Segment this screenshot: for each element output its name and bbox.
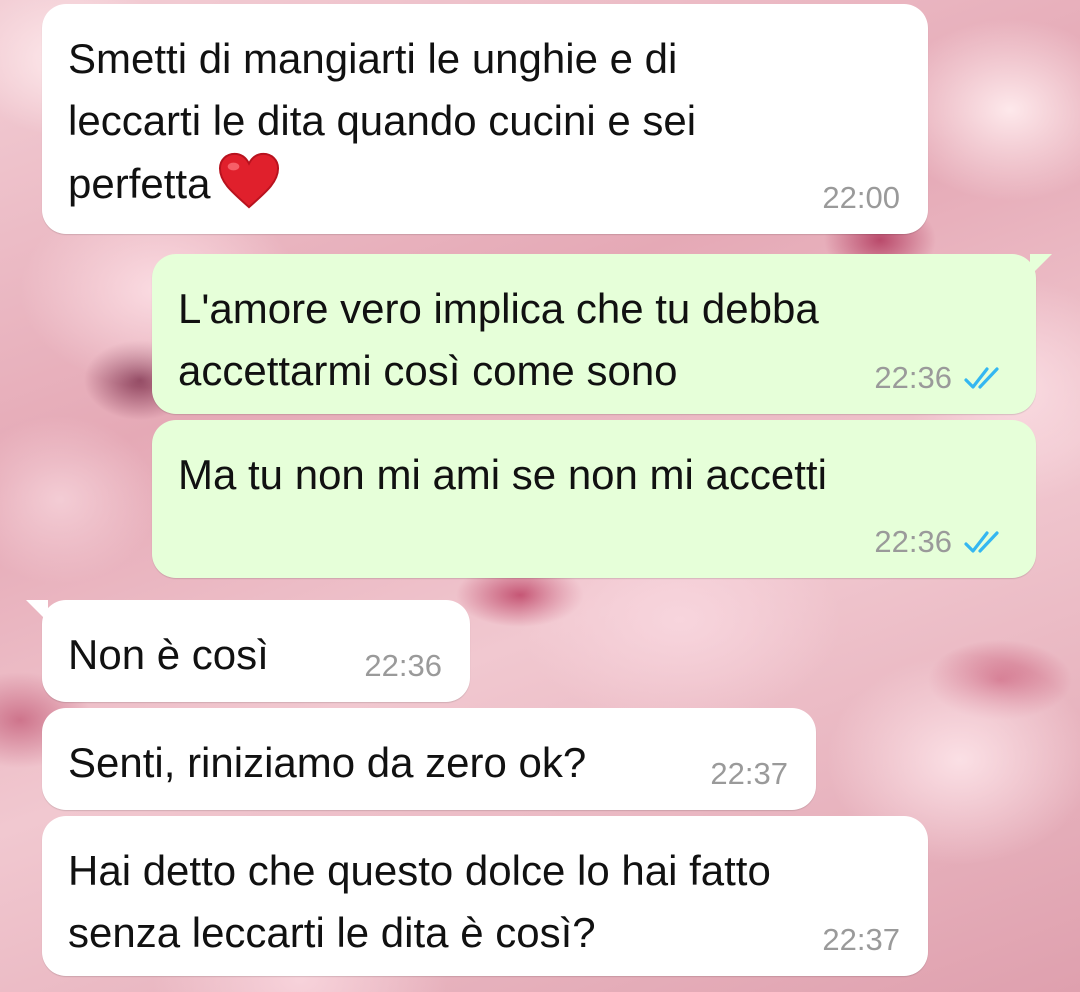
double-check-read-icon: [964, 531, 999, 553]
message-time: 22:36: [874, 524, 952, 559]
message-text: Senti, riniziamo da zero ok?: [68, 739, 587, 786]
bubble-tail: [1030, 254, 1052, 276]
double-check-read-icon: [964, 367, 999, 389]
message-bubble-outgoing[interactable]: Ma tu non mi ami se non mi accetti 22:36: [152, 420, 1036, 578]
message-meta: 22:37: [710, 756, 788, 792]
message-bubble-incoming[interactable]: Smetti di mangiarti le unghie e di lecca…: [42, 4, 928, 234]
message-bubble-incoming[interactable]: Senti, riniziamo da zero ok? 22:37: [42, 708, 816, 810]
message-time: 22:36: [874, 360, 952, 395]
message-time: 22:36: [364, 648, 442, 683]
message-meta: 22:36: [364, 648, 442, 684]
message-text: Hai detto che questo dolce lo hai fatto …: [68, 847, 771, 956]
message-text: Ma tu non mi ami se non mi accetti: [178, 451, 827, 498]
message-meta: 22:36: [874, 360, 1008, 396]
message-meta: 22:00: [822, 180, 900, 216]
message-time: 22:00: [822, 180, 900, 215]
message-bubble-incoming[interactable]: Non è così 22:36: [26, 600, 470, 702]
message-meta: 22:37: [822, 922, 900, 958]
red-heart-emoji: [219, 152, 280, 209]
message-bubble-outgoing[interactable]: L'amore vero implica che tu debba accett…: [152, 254, 1052, 414]
message-text: Smetti di mangiarti le unghie e di lecca…: [68, 28, 900, 215]
message-time: 22:37: [710, 756, 788, 791]
chat-area[interactable]: Smetti di mangiarti le unghie e di lecca…: [0, 0, 1080, 992]
message-meta: 22:36: [874, 524, 1008, 560]
message-time: 22:37: [822, 922, 900, 957]
bubble-tail: [26, 600, 48, 622]
message-bubble-incoming[interactable]: Hai detto che questo dolce lo hai fatto …: [42, 816, 928, 976]
